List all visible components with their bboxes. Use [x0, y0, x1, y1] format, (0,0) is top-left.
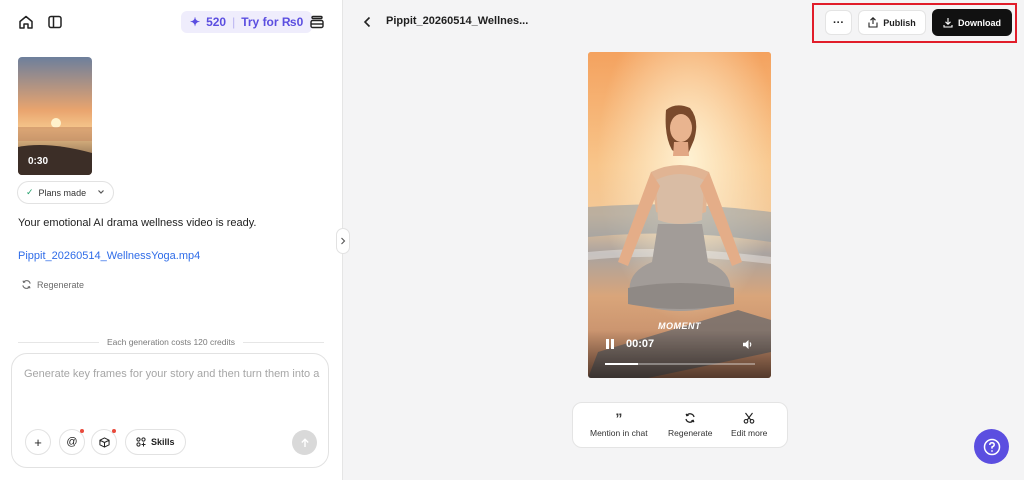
download-label: Download	[958, 17, 1001, 28]
question-icon	[983, 438, 1000, 455]
send-button[interactable]	[292, 430, 317, 455]
chevron-right-icon	[341, 237, 346, 245]
chat-panel: ✦ 520 | Try for ₨0 0:30 ✓ Plans made You…	[0, 0, 343, 480]
cost-note: Each generation costs 120 credits	[106, 337, 236, 347]
regenerate-label: Regenerate	[37, 279, 85, 290]
mention-button[interactable]: @	[59, 429, 85, 455]
credits-count: 520	[206, 15, 227, 29]
chevron-left-icon	[363, 16, 370, 28]
video-title: Pippit_20260514_Wellnes...	[386, 15, 529, 27]
progress-fill	[605, 363, 638, 365]
more-icon: ···	[833, 16, 844, 29]
download-button[interactable]: Download	[932, 9, 1012, 36]
current-time: 00:07	[626, 338, 655, 350]
quote-icon: ”	[615, 410, 623, 426]
try-free-label: Try for ₨0	[241, 15, 304, 29]
progress-bar[interactable]	[605, 363, 755, 365]
help-button[interactable]	[974, 429, 1009, 464]
cube-icon	[98, 436, 110, 448]
cost-divider: Each generation costs 120 credits	[18, 336, 324, 348]
stack-icon[interactable]	[308, 13, 326, 31]
add-button[interactable]: +	[25, 429, 51, 455]
video-action-bar: ” Mention in chat Regenerate Edit more	[572, 402, 788, 448]
scissors-icon	[743, 412, 755, 424]
refresh-icon	[685, 413, 695, 423]
prompt-input[interactable]: Generate key frames for your story and t…	[24, 368, 324, 380]
sidebar-toggle-icon[interactable]	[46, 13, 64, 31]
sparkle-icon: ✦	[190, 15, 201, 29]
plans-label: Plans made	[38, 187, 87, 198]
volume-icon[interactable]	[741, 337, 755, 351]
panel-collapse-handle[interactable]	[336, 228, 350, 254]
chevron-down-icon	[97, 188, 105, 198]
video-file-link[interactable]: Pippit_20260514_WellnessYoga.mp4	[18, 250, 200, 262]
download-icon	[943, 18, 953, 28]
publish-label: Publish	[883, 17, 916, 28]
edit-more-button[interactable]: Edit more	[731, 412, 767, 438]
pause-icon[interactable]	[603, 337, 617, 351]
preview-panel: Pippit_20260514_Wellnes... ··· Publish D…	[343, 0, 1024, 480]
credits-pill[interactable]: ✦ 520 | Try for ₨0	[181, 11, 313, 33]
regenerate-video-button[interactable]: Regenerate	[668, 412, 712, 438]
ready-message: Your emotional AI drama wellness video i…	[18, 217, 257, 229]
publish-button[interactable]: Publish	[858, 10, 926, 35]
check-icon: ✓	[26, 187, 34, 197]
plus-icon: +	[34, 434, 42, 450]
prompt-composer: Generate key frames for your story and t…	[11, 353, 329, 468]
at-icon: @	[66, 436, 78, 448]
regenerate-button[interactable]: Regenerate	[21, 279, 84, 290]
video-player[interactable]: MOMENT 00:07	[588, 52, 771, 378]
pill-divider: |	[232, 15, 236, 29]
assets-notification-dot	[112, 429, 116, 433]
skills-label: Skills	[151, 437, 175, 447]
refresh-icon	[22, 280, 31, 289]
back-button[interactable]	[360, 14, 374, 30]
more-options-button[interactable]: ···	[825, 10, 852, 35]
assets-button[interactable]	[91, 429, 117, 455]
thumbnail-duration: 0:30	[28, 156, 49, 167]
mention-in-chat-label: Mention in chat	[590, 428, 648, 438]
mention-in-chat-button[interactable]: ” Mention in chat	[590, 410, 648, 438]
skills-button[interactable]: Skills	[125, 429, 186, 455]
regenerate-video-label: Regenerate	[668, 428, 713, 438]
mention-notification-dot	[80, 429, 84, 433]
plans-made-dropdown[interactable]: ✓ Plans made	[17, 181, 115, 204]
edit-more-label: Edit more	[731, 428, 768, 438]
skills-icon	[136, 437, 146, 447]
home-icon[interactable]	[17, 13, 35, 31]
share-icon	[868, 17, 878, 28]
video-thumbnail[interactable]: 0:30	[18, 57, 92, 175]
arrow-up-icon	[300, 437, 309, 447]
